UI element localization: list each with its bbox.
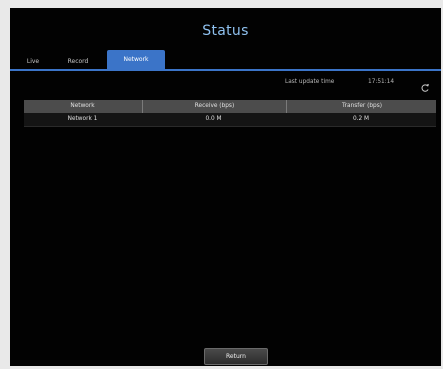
status-window: Status Live Record Network Last update t… [10,8,441,366]
return-button[interactable]: Return [204,348,268,365]
table-header: Network Receive (bps) Transfer (bps) [24,100,436,113]
column-header-receive: Receive (bps) [142,100,286,113]
tab-network[interactable]: Network [107,50,165,70]
network-name-cell: Network 1 [67,116,98,122]
tab-live[interactable]: Live [18,53,48,70]
refresh-icon[interactable] [420,78,430,92]
column-header-network: Network [70,103,95,109]
transfer-rate-cell: 0.2 M [352,116,370,122]
table-row[interactable]: Network 1 0.0 M 0.2 M [24,113,436,127]
last-update-time: 17:51:14 [368,79,395,85]
network-table: Network Receive (bps) Transfer (bps) Net… [24,100,436,127]
tab-record[interactable]: Record [54,53,102,70]
last-update-label: Last update time [285,79,335,85]
tab-bar: Live Record Network [10,49,441,71]
receive-rate-cell: 0.0 M [205,116,222,122]
column-header-transfer: Transfer (bps) [286,100,437,113]
tab-underline [10,69,441,71]
page-title: Status [202,23,249,39]
